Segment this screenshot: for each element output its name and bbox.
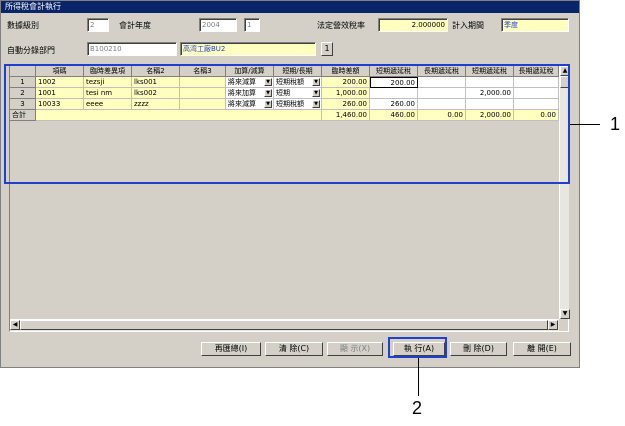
callout-label-1: 1: [610, 114, 621, 134]
callout-label-2: 2: [412, 398, 423, 418]
main-window: 所得稅會計執行 數據級別 2 會計年度 2004 1 法定營效稅率 2.0000…: [0, 0, 580, 368]
level-label: 數據級別: [7, 21, 39, 30]
scroll-right-icon[interactable]: ▶: [548, 320, 558, 330]
rate-label: 法定營效稅率: [317, 21, 365, 30]
period-label: 計入期間: [452, 21, 484, 30]
scroll-down-icon[interactable]: ▼: [560, 309, 570, 319]
dept-lookup-button[interactable]: 1: [321, 42, 333, 56]
dept-code-field[interactable]: B100210: [87, 42, 177, 56]
callout-line-1: [570, 124, 600, 125]
level-field[interactable]: 2: [87, 18, 109, 32]
horizontal-scrollbar[interactable]: ◀ ▶: [10, 319, 559, 331]
dept-label: 自動分錄部門: [7, 46, 55, 55]
delete-button[interactable]: 刪 除(D): [450, 342, 507, 356]
rate-field[interactable]: 2.000000: [378, 18, 448, 32]
recalc-button[interactable]: 再匯總(I): [201, 342, 261, 356]
execute-callout-box: [388, 337, 447, 358]
exit-button[interactable]: 離 開(E): [513, 342, 571, 356]
dept-name-field[interactable]: 高湾工廠BU2: [180, 42, 316, 56]
period-field[interactable]: 季度: [501, 18, 569, 32]
window-title: 所得稅會計執行: [1, 1, 579, 13]
horizontal-scroll-thumb[interactable]: [20, 320, 548, 330]
clear-button[interactable]: 清 除(C): [265, 342, 323, 356]
callout-line-2: [418, 358, 419, 396]
month-field[interactable]: 1: [244, 18, 260, 32]
year-field[interactable]: 2004: [199, 18, 237, 32]
scroll-left-icon[interactable]: ◀: [10, 320, 20, 330]
grid-callout-box: [4, 64, 570, 184]
show-button[interactable]: 顯 示(X): [327, 342, 383, 356]
year-label: 會計年度: [119, 21, 151, 30]
